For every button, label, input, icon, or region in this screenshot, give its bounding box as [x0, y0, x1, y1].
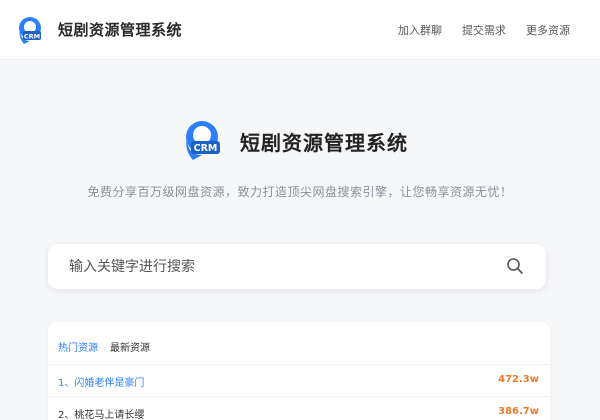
- list-item-title[interactable]: 2、桃花马上请长缨: [58, 406, 144, 420]
- nav-more-resources[interactable]: 更多资源: [526, 22, 570, 38]
- search-box: [48, 244, 546, 289]
- list-item-name[interactable]: 闪婚老伴是豪门: [74, 378, 144, 389]
- list-item-name[interactable]: 桃花马上请长缨: [74, 410, 144, 420]
- crm-logo-large-icon: CRM: [186, 121, 220, 160]
- resource-panel: 热门资源 最新资源 1、闪婚老伴是豪门 472.3w 2、桃花马上请长缨 386…: [48, 322, 550, 420]
- logo-text-large: CRM: [194, 143, 218, 154]
- hero-title: 短剧资源管理系统: [240, 131, 408, 155]
- list-item-count: 386.7w: [498, 406, 539, 417]
- top-nav: 加入群聊 提交需求 更多资源: [398, 22, 570, 38]
- list-item-rank: 1、: [58, 378, 75, 389]
- nav-submit-request[interactable]: 提交需求: [462, 22, 506, 38]
- list-item-title[interactable]: 1、闪婚老伴是豪门: [58, 374, 144, 389]
- list-item-count: 472.3w: [498, 374, 539, 385]
- crm-logo-icon[interactable]: CRM: [14, 15, 44, 45]
- search-icon[interactable]: [506, 257, 524, 275]
- tab-latest-resources[interactable]: 最新资源: [110, 339, 150, 354]
- list-item[interactable]: 2、桃花马上请长缨 386.7w: [48, 396, 550, 420]
- top-header: CRM 短剧资源管理系统 加入群聊 提交需求 更多资源: [0, 0, 600, 60]
- resource-tabs: 热门资源 最新资源: [58, 339, 150, 354]
- search-input[interactable]: [48, 244, 498, 289]
- logo-text-small: CRM: [24, 33, 40, 41]
- list-item[interactable]: 1、闪婚老伴是豪门 472.3w: [48, 364, 550, 394]
- nav-join-group[interactable]: 加入群聊: [398, 22, 442, 38]
- list-item-rank: 2、: [58, 410, 75, 420]
- tab-hot-resources[interactable]: 热门资源: [58, 339, 98, 354]
- hero-slogan: 免费分享百万级网盘资源，致力打造顶尖网盘搜索引擎，让您畅享资源无忧！: [87, 185, 513, 199]
- brand-title[interactable]: 短剧资源管理系统: [58, 19, 182, 40]
